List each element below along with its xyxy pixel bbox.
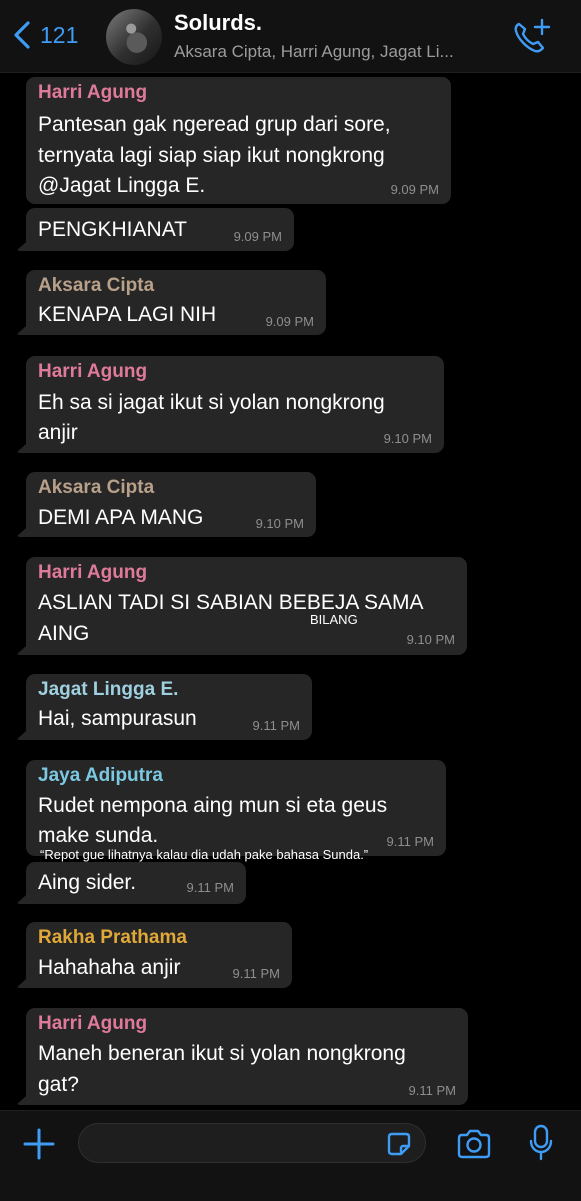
message-composer <box>0 1110 581 1201</box>
message-text: anjir <box>38 421 78 444</box>
message-time: 9.11 PM <box>408 1083 456 1098</box>
message-sender: Aksara Cipta <box>38 275 155 296</box>
message-text: ternyata lagi siap siap ikut nongkrong <box>38 144 385 167</box>
message-time: 9.10 PM <box>383 431 432 446</box>
message-bubble[interactable]: Harri Agung Pantesan gak ngeread grup da… <box>26 77 451 204</box>
message-time: 9.11 PM <box>186 880 234 895</box>
message-bubble[interactable]: Harri Agung ASLIAN TADI SI SABIAN BEBEJA… <box>26 557 467 655</box>
back-unread-count: 121 <box>40 21 79 48</box>
message-text: Hai, sampurasun <box>38 707 197 730</box>
message-bubble[interactable]: Rakha Prathama Hahahaha anjir 9.11 PM <box>26 922 292 988</box>
message-text: AING <box>38 622 90 645</box>
message-text: Hahahaha anjir <box>38 956 181 979</box>
message-bubble[interactable]: Harri Agung Maneh beneran ikut si yolan … <box>26 1008 468 1105</box>
chevron-left-icon <box>14 21 30 49</box>
group-avatar[interactable] <box>106 9 162 65</box>
message-time: 9.11 PM <box>386 834 434 849</box>
message-input[interactable] <box>78 1123 426 1163</box>
message-text: ASLIAN TADI SI SABIAN BEBEJA SAMA <box>38 591 424 614</box>
plus-icon[interactable] <box>22 1127 56 1161</box>
message-sender: Harri Agung <box>38 1013 148 1034</box>
message-text: gat? <box>38 1073 79 1096</box>
message-bubble[interactable]: Aing sider. 9.11 PM <box>26 862 246 904</box>
message-sender: Harri Agung <box>38 562 148 583</box>
message-time: 9.11 PM <box>252 718 300 733</box>
message-time: 9.10 PM <box>406 632 455 647</box>
message-bubble[interactable]: Jagat Lingga E. Hai, sampurasun 9.11 PM <box>26 674 312 740</box>
message-sender: Harri Agung <box>38 361 148 382</box>
translation-annotation: BILANG <box>310 612 358 627</box>
message-sender: Jagat Lingga E. <box>38 679 179 700</box>
message-bubble[interactable]: PENGKHIANAT 9.09 PM <box>26 208 294 251</box>
message-text: PENGKHIANAT <box>38 218 187 241</box>
call-add-icon[interactable] <box>512 18 552 56</box>
message-text: KENAPA LAGI NIH <box>38 303 217 326</box>
message-sender: Harri Agung <box>38 82 148 103</box>
message-time: 9.10 PM <box>255 516 304 531</box>
microphone-icon[interactable] <box>528 1124 554 1162</box>
message-text: Eh sa si jagat ikut si yolan nongkrong <box>38 391 385 414</box>
message-time: 9.09 PM <box>265 314 314 329</box>
message-time: 9.11 PM <box>232 966 280 981</box>
message-bubble[interactable]: Harri Agung Eh sa si jagat ikut si yolan… <box>26 356 444 453</box>
message-text: Pantesan gak ngeread grup dari sore, <box>38 113 391 136</box>
chat-header: 121 Solurds. Aksara Cipta, Harri Agung, … <box>0 0 581 73</box>
message-text: Rudet nempona aing mun si eta geus <box>38 794 388 817</box>
message-time: 9.09 PM <box>233 229 282 244</box>
sticker-icon[interactable] <box>385 1130 413 1158</box>
message-bubble[interactable]: Jaya Adiputra Rudet nempona aing mun si … <box>26 760 446 856</box>
message-text: DEMI APA MANG <box>38 506 204 529</box>
message-sender: Rakha Prathama <box>38 927 187 948</box>
message-text: Maneh beneran ikut si yolan nongkrong <box>38 1042 406 1065</box>
chat-title[interactable]: Solurds. <box>174 10 262 36</box>
message-sender: Aksara Cipta <box>38 477 155 498</box>
camera-icon[interactable] <box>455 1128 493 1160</box>
message-bubble[interactable]: Aksara Cipta DEMI APA MANG 9.10 PM <box>26 472 316 537</box>
message-text: @Jagat Lingga E. <box>38 174 206 197</box>
translation-annotation: “Repot gue lihatnya kalau dia udah pake … <box>40 847 369 862</box>
chat-members-subtitle[interactable]: Aksara Cipta, Harri Agung, Jagat Li... <box>174 42 454 62</box>
message-time: 9.09 PM <box>390 182 439 197</box>
message-bubble[interactable]: Aksara Cipta KENAPA LAGI NIH 9.09 PM <box>26 270 326 335</box>
message-text: Aing sider. <box>38 871 137 894</box>
message-sender: Jaya Adiputra <box>38 765 163 786</box>
back-button[interactable]: 121 <box>12 20 78 50</box>
